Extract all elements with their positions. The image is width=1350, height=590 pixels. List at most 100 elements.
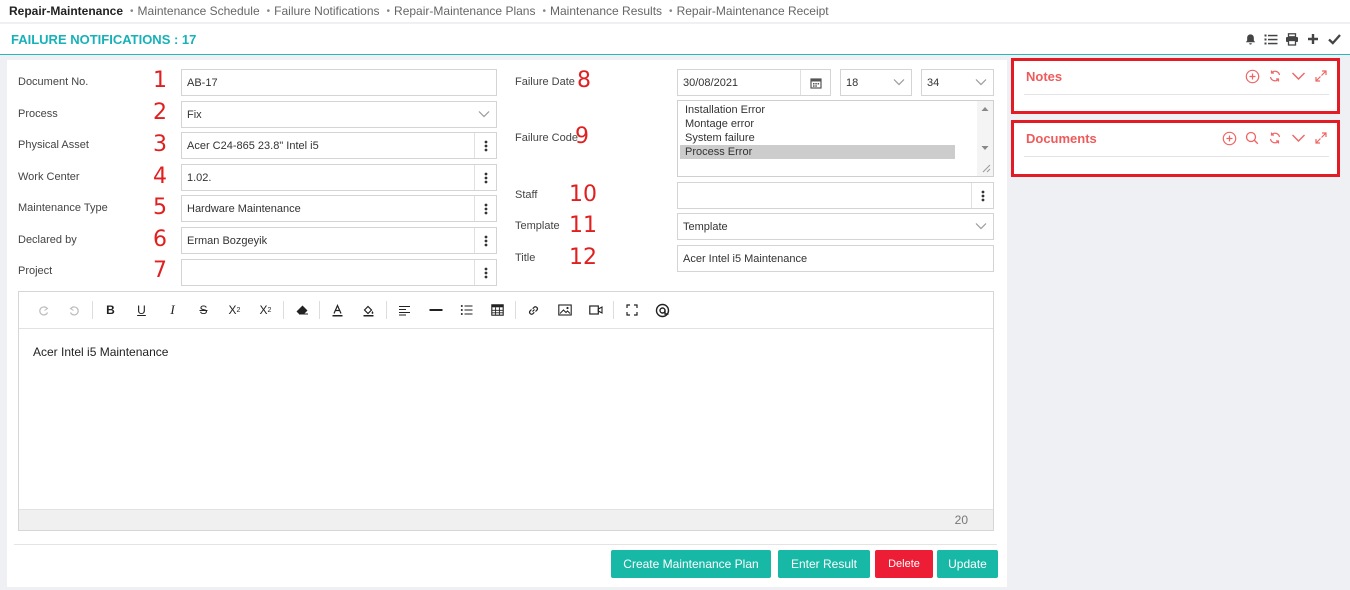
marker-11: 11 <box>569 213 597 238</box>
collapse-icon[interactable] <box>1290 130 1306 146</box>
toolbar-divider <box>92 301 93 319</box>
toolbar-divider <box>283 301 284 319</box>
more-vertical-icon[interactable] <box>971 183 993 208</box>
document-no-value: AB-17 <box>187 76 218 89</box>
refresh-icon[interactable] <box>1267 130 1283 146</box>
failure-code-label: Failure Code <box>515 132 578 144</box>
print-icon[interactable] <box>1284 31 1300 47</box>
breadcrumb-maintenance-receipt[interactable]: Repair-Maintenance Receipt <box>677 4 829 18</box>
failure-minute-select[interactable]: 34 <box>921 69 994 96</box>
declared-by-field[interactable]: Erman Bozgeyik <box>181 227 497 254</box>
toolbar-divider <box>319 301 320 319</box>
italic-icon[interactable]: I <box>157 298 188 322</box>
breadcrumb: Repair-Maintenance • Maintenance Schedul… <box>0 0 1350 22</box>
breadcrumb-separator: • <box>266 5 271 17</box>
staff-label: Staff <box>515 189 538 201</box>
title-field[interactable]: Acer Intel i5 Maintenance <box>677 245 994 272</box>
eraser-icon[interactable] <box>286 298 317 322</box>
list-icon[interactable] <box>1263 31 1279 47</box>
breadcrumb-maintenance-schedule[interactable]: Maintenance Schedule <box>138 4 260 18</box>
failure-code-option-selected[interactable]: Process Error <box>680 145 955 159</box>
work-center-value: 1.02. <box>187 171 212 184</box>
superscript-icon[interactable]: X2 <box>250 298 281 322</box>
breadcrumb-separator: • <box>542 5 546 17</box>
underline-icon[interactable]: U <box>126 298 157 322</box>
notes-panel-tools <box>1244 68 1329 84</box>
rich-text-editor: B U I S X2 X2 Acer Intel i5 Maintenance <box>18 291 994 531</box>
breadcrumb-repair-maintenance[interactable]: Repair-Maintenance <box>9 4 123 18</box>
editor-statusbar: 20 <box>19 509 993 530</box>
search-icon[interactable] <box>1244 130 1260 146</box>
marker-3: 3 <box>153 132 167 157</box>
more-vertical-icon[interactable] <box>474 165 496 190</box>
create-maintenance-plan-button[interactable]: Create Maintenance Plan <box>611 550 771 578</box>
staff-field[interactable] <box>677 182 994 209</box>
editor-content[interactable]: Acer Intel i5 Maintenance <box>19 329 993 375</box>
strikethrough-icon[interactable]: S <box>188 298 219 322</box>
breadcrumb-maintenance-plans[interactable]: Repair-Maintenance Plans <box>394 4 535 18</box>
bold-icon[interactable]: B <box>95 298 126 322</box>
marker-2: 2 <box>153 100 167 125</box>
breadcrumb-maintenance-results[interactable]: Maintenance Results <box>550 4 662 18</box>
failure-code-option[interactable]: System failure <box>680 131 955 145</box>
plus-icon[interactable] <box>1305 31 1321 47</box>
image-icon[interactable] <box>549 298 580 322</box>
collapse-icon[interactable] <box>1290 68 1306 84</box>
update-button[interactable]: Update <box>937 550 998 578</box>
document-no-field[interactable]: AB-17 <box>181 69 497 96</box>
chevron-down-icon <box>975 77 987 90</box>
check-icon[interactable] <box>1326 31 1342 47</box>
maintenance-type-field[interactable]: Hardware Maintenance <box>181 195 497 222</box>
header-actions <box>1242 31 1342 47</box>
documents-panel-tools <box>1221 130 1329 146</box>
breadcrumb-failure-notifications[interactable]: Failure Notifications <box>274 4 379 18</box>
more-vertical-icon[interactable] <box>474 228 496 253</box>
link-icon[interactable] <box>518 298 549 322</box>
enter-result-button[interactable]: Enter Result <box>778 550 870 578</box>
toolbar-divider <box>613 301 614 319</box>
marker-7: 7 <box>153 258 167 283</box>
physical-asset-label: Physical Asset <box>18 139 89 151</box>
bell-icon[interactable] <box>1242 31 1258 47</box>
footer-divider <box>14 544 997 545</box>
expand-icon[interactable] <box>1313 68 1329 84</box>
calendar-icon[interactable] <box>800 70 830 95</box>
mention-icon[interactable] <box>647 298 678 322</box>
font-color-icon[interactable] <box>322 298 353 322</box>
failure-code-option[interactable]: Montage error <box>680 117 955 131</box>
documents-panel-title: Documents <box>1026 131 1097 146</box>
delete-button[interactable]: Delete <box>875 550 933 578</box>
expand-icon[interactable] <box>1313 130 1329 146</box>
project-field[interactable] <box>181 259 497 286</box>
table-icon[interactable] <box>482 298 513 322</box>
failure-code-option[interactable]: Installation Error <box>680 103 955 117</box>
add-icon[interactable] <box>1221 130 1237 146</box>
undo-icon[interactable] <box>28 298 59 322</box>
template-value: Template <box>683 220 728 233</box>
add-icon[interactable] <box>1244 68 1260 84</box>
process-value: Fix <box>187 108 202 121</box>
failure-hour-select[interactable]: 18 <box>840 69 912 96</box>
physical-asset-field[interactable]: Acer C24-865 23.8" Intel i5 <box>181 132 497 159</box>
fullscreen-icon[interactable] <box>616 298 647 322</box>
more-vertical-icon[interactable] <box>474 133 496 158</box>
failure-code-listbox[interactable]: Installation Error Montage error System … <box>677 100 994 177</box>
failure-hour-value: 18 <box>846 76 859 89</box>
listbox-scrollbar[interactable] <box>977 101 993 176</box>
more-vertical-icon[interactable] <box>474 196 496 221</box>
subscript-icon[interactable]: X2 <box>219 298 250 322</box>
more-vertical-icon[interactable] <box>474 260 496 285</box>
horizontal-rule-icon[interactable] <box>420 298 451 322</box>
video-icon[interactable] <box>580 298 611 322</box>
failure-date-value: 30/08/2021 <box>683 76 739 89</box>
redo-icon[interactable] <box>59 298 90 322</box>
failure-date-input[interactable]: 30/08/2021 <box>677 69 831 96</box>
list-ordered-icon[interactable] <box>451 298 482 322</box>
refresh-icon[interactable] <box>1267 68 1283 84</box>
highlight-color-icon[interactable] <box>353 298 384 322</box>
align-left-icon[interactable] <box>389 298 420 322</box>
process-select[interactable]: Fix <box>181 101 497 128</box>
work-center-field[interactable]: 1.02. <box>181 164 497 191</box>
template-select[interactable]: Template <box>677 213 994 240</box>
chevron-down-icon <box>478 109 490 122</box>
